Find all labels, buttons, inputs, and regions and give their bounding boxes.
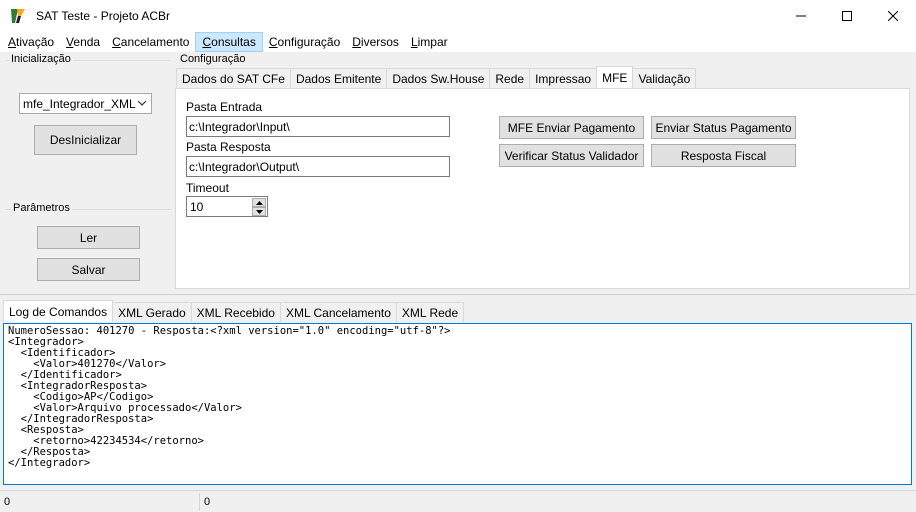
tab-dados-sat-cfe[interactable]: Dados do SAT CFe [176, 68, 291, 88]
timeout-label: Timeout [186, 181, 229, 195]
acbr-logo-icon [8, 6, 28, 26]
ler-button[interactable]: Ler [37, 226, 140, 249]
inicializacao-title: Inicialização [9, 53, 73, 65]
desinicializar-button[interactable]: DesInicializar [34, 125, 137, 155]
log-textarea[interactable]: NumeroSessao: 401270 - Resposta:<?xml ve… [3, 323, 912, 485]
parametros-title: Parâmetros [11, 202, 72, 214]
tab-validacao[interactable]: Validação [632, 68, 697, 88]
salvar-button[interactable]: Salvar [37, 258, 140, 281]
enviar-status-pagamento-button[interactable]: Enviar Status Pagamento [651, 116, 796, 139]
tab-dados-emitente[interactable]: Dados Emitente [289, 68, 388, 88]
splitter[interactable] [0, 294, 916, 295]
close-button[interactable] [870, 0, 916, 32]
configuracao-title: Configuração [178, 53, 248, 65]
status-panel-2: 0 [204, 495, 211, 508]
tab-mfe[interactable]: MFE [596, 66, 634, 88]
timeout-spinner[interactable]: 10 [186, 196, 268, 217]
title-bar: SAT Teste - Projeto ACBr [0, 0, 916, 32]
config-tabs: Dados do SAT CFe Dados Emitente Dados Sw… [176, 66, 697, 88]
resposta-fiscal-button[interactable]: Resposta Fiscal [651, 144, 796, 167]
menu-cancelamento[interactable]: Cancelamento [106, 32, 195, 52]
tab-log-comandos[interactable]: Log de Comandos [3, 300, 114, 322]
chevron-down-icon [137, 100, 147, 106]
window-title: SAT Teste - Projeto ACBr [36, 9, 171, 23]
pasta-resposta-label: Pasta Resposta [186, 140, 271, 154]
status-panel-1: 0 [0, 492, 200, 511]
status-bar: 0 0 [0, 490, 916, 512]
tab-xml-gerado[interactable]: XML Gerado [112, 302, 192, 322]
menu-limpar[interactable]: Limpar [405, 32, 454, 52]
tab-xml-recebido[interactable]: XML Recebido [190, 302, 281, 322]
tab-rede[interactable]: Rede [489, 68, 531, 88]
verificar-status-validador-button[interactable]: Verificar Status Validador [499, 144, 644, 167]
spin-down-icon[interactable] [252, 207, 266, 216]
spin-up-icon[interactable] [252, 198, 266, 207]
tab-impressao[interactable]: Impressao [529, 68, 598, 88]
log-tabs: Log de Comandos XML Gerado XML Recebido … [3, 300, 465, 322]
tab-dados-sw-house[interactable]: Dados Sw.House [386, 68, 491, 88]
sat-model-combo[interactable]: mfe_Integrador_XML [19, 93, 152, 114]
minimize-button[interactable] [778, 0, 824, 32]
maximize-button[interactable] [824, 0, 870, 32]
menu-diversos[interactable]: Diversos [346, 32, 405, 52]
pasta-entrada-input[interactable]: c:\Integrador\Input\ [186, 116, 450, 137]
menu-ativacao[interactable]: Ativação [2, 32, 60, 52]
mfe-enviar-pagamento-button[interactable]: MFE Enviar Pagamento [499, 116, 644, 139]
menu-bar: Ativação Venda Cancelamento Consultas Co… [0, 32, 916, 52]
tab-xml-rede[interactable]: XML Rede [395, 302, 465, 322]
menu-venda[interactable]: Venda [60, 32, 106, 52]
pasta-entrada-label: Pasta Entrada [186, 100, 263, 114]
menu-consultas[interactable]: Consultas [195, 32, 263, 52]
menu-configuracao[interactable]: Configuração [263, 32, 346, 52]
tab-xml-cancelamento[interactable]: XML Cancelamento [279, 302, 397, 322]
pasta-resposta-input[interactable]: c:\Integrador\Output\ [186, 156, 450, 177]
